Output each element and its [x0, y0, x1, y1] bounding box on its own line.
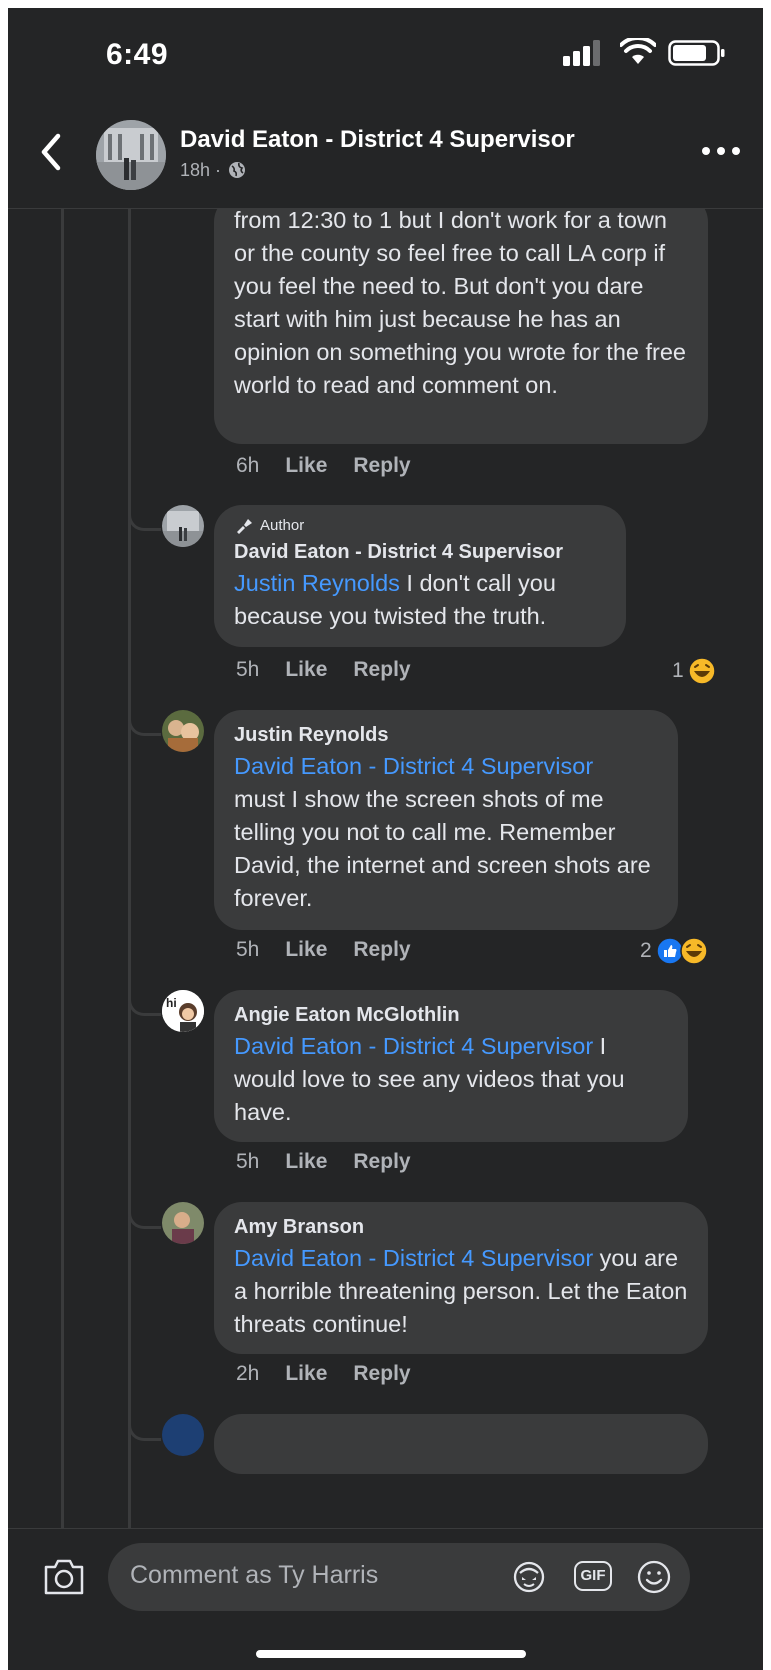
cellular-signal-icon — [563, 40, 600, 66]
avatar[interactable] — [162, 1414, 204, 1456]
back-button[interactable] — [36, 130, 66, 174]
camera-icon[interactable] — [42, 1557, 86, 1597]
avatar[interactable] — [162, 710, 204, 752]
reply-button[interactable]: Reply — [353, 1150, 410, 1174]
building-photo-icon — [96, 120, 166, 190]
author-icon — [237, 519, 252, 534]
globe-icon — [229, 162, 246, 178]
comment-time: 5h — [236, 1150, 260, 1173]
thread-line — [128, 208, 131, 1528]
home-indicator[interactable] — [256, 1650, 526, 1658]
comment-actions: 5h Like Reply — [236, 938, 411, 962]
mention-link[interactable]: David Eaton - District 4 Supervisor — [234, 1033, 593, 1059]
page-avatar[interactable] — [96, 120, 166, 190]
comment-text: David Eaton - District 4 Supervisor I wo… — [234, 1033, 625, 1125]
comment-input[interactable]: Comment as Ty Harris GIF — [108, 1543, 690, 1611]
like-button[interactable]: Like — [285, 938, 327, 962]
comment-time: 5h — [236, 938, 260, 961]
reaction-summary[interactable]: 2 — [640, 937, 708, 965]
like-button[interactable]: Like — [285, 658, 327, 682]
commenter-name[interactable]: Angie Eaton McGlothlin — [234, 1000, 668, 1030]
reaction-summary[interactable]: 1 — [672, 657, 716, 685]
reply-button[interactable]: Reply — [353, 938, 410, 962]
more-icon[interactable] — [696, 136, 746, 166]
comment-text: must I show the screen shots of me telli… — [234, 786, 651, 911]
comment-time: 2h — [236, 1362, 260, 1385]
commenter-name[interactable]: David Eaton - District 4 Supervisor — [234, 537, 606, 567]
gif-label: GIF — [580, 1567, 606, 1584]
comment-bubble[interactable]: from 12:30 to 1 but I don't work for a t… — [214, 208, 708, 444]
comment-actions: 5h Like Reply — [236, 1150, 411, 1174]
like-button[interactable]: Like — [285, 454, 327, 478]
comment-bubble[interactable]: Angie Eaton McGlothlin David Eaton - Dis… — [214, 990, 688, 1142]
reaction-count: 1 — [672, 659, 684, 682]
haha-reaction-icon — [679, 937, 708, 965]
battery-icon — [668, 40, 725, 66]
comment-bubble[interactable] — [214, 1414, 708, 1474]
page-title[interactable]: David Eaton - District 4 Supervisor — [180, 126, 575, 154]
post-time: 18h · — [180, 160, 222, 180]
status-time: 6:49 — [106, 38, 169, 71]
like-button[interactable]: Like — [285, 1362, 327, 1386]
comment-time: 5h — [236, 658, 260, 681]
author-label: Author — [260, 517, 305, 534]
person-photo-icon — [162, 1202, 204, 1244]
status-bar: 6:49 — [8, 8, 763, 108]
post-meta: 18h · — [180, 160, 246, 181]
comment-bubble[interactable]: Author David Eaton - District 4 Supervis… — [214, 505, 626, 647]
post-header: David Eaton - District 4 Supervisor 18h … — [8, 108, 763, 209]
mention-link[interactable]: David Eaton - District 4 Supervisor — [234, 750, 658, 783]
author-badge: Author — [234, 515, 606, 537]
svg-text:hi: hi — [166, 996, 177, 1010]
reply-button[interactable]: Reply — [353, 658, 410, 682]
wifi-icon — [620, 38, 656, 64]
comment-placeholder: Comment as Ty Harris — [130, 1561, 379, 1589]
avatar[interactable] — [162, 505, 204, 547]
commenter-name[interactable]: Justin Reynolds — [234, 720, 658, 750]
thread-branch — [128, 468, 161, 531]
comment-thread[interactable]: from 12:30 to 1 but I don't work for a t… — [8, 208, 763, 1528]
comment-text: from 12:30 to 1 but I don't work for a t… — [234, 208, 686, 398]
commenter-name[interactable]: Amy Branson — [234, 1212, 688, 1242]
comment-actions: 6h Like Reply — [236, 454, 411, 478]
thread-branch — [128, 953, 161, 1016]
thread-branch — [128, 673, 161, 736]
person-photo-icon — [162, 710, 204, 752]
mention-link[interactable]: Justin Reynolds — [234, 570, 400, 596]
mention-link[interactable]: David Eaton - District 4 Supervisor — [234, 1245, 593, 1271]
comment-actions: 2h Like Reply — [236, 1362, 411, 1386]
comment-time: 6h — [236, 454, 260, 477]
like-button[interactable]: Like — [285, 1150, 327, 1174]
avatar[interactable] — [162, 1202, 204, 1244]
cartoon-avatar-icon: hi — [162, 990, 204, 1032]
comment-bubble[interactable]: Justin Reynolds David Eaton - District 4… — [214, 710, 678, 930]
comment-actions: 5h Like Reply — [236, 658, 411, 682]
thread-branch — [128, 1166, 161, 1229]
gif-icon[interactable]: GIF — [574, 1561, 612, 1591]
reaction-count: 2 — [640, 939, 652, 962]
thread-branch — [128, 1378, 161, 1441]
reply-button[interactable]: Reply — [353, 1362, 410, 1386]
avatar-sticker-icon[interactable] — [512, 1560, 546, 1594]
emoji-icon[interactable] — [636, 1559, 672, 1595]
comment-text: David Eaton - District 4 Supervisor you … — [234, 1245, 688, 1337]
haha-reaction-icon — [687, 657, 716, 685]
reply-button[interactable]: Reply — [353, 454, 410, 478]
thread-line — [61, 208, 64, 1528]
comment-bubble[interactable]: Amy Branson David Eaton - District 4 Sup… — [214, 1202, 708, 1354]
app-screen: 6:49 David Eaton - District 4 Supervisor… — [8, 8, 763, 1670]
avatar[interactable]: hi — [162, 990, 204, 1032]
comment-composer: Comment as Ty Harris GIF — [8, 1528, 763, 1670]
building-photo-icon — [162, 505, 204, 547]
comment-text: Justin Reynolds I don't call you because… — [234, 570, 556, 629]
